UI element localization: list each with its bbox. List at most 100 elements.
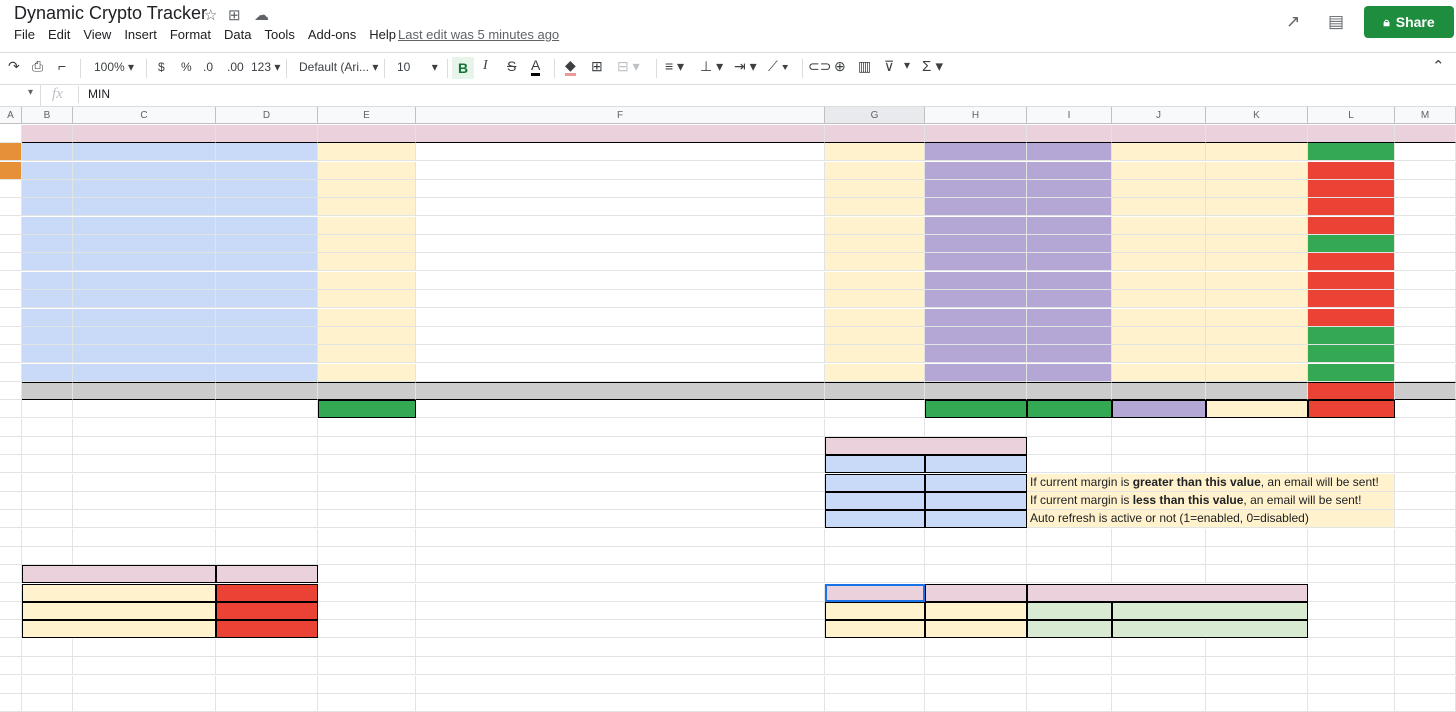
header-cell[interactable] xyxy=(216,125,318,143)
rates-updated-text[interactable] xyxy=(22,437,416,455)
url-link[interactable] xyxy=(416,235,825,254)
empty-cell[interactable] xyxy=(1027,455,1112,474)
last-edit-link[interactable]: Last edit was 5 minutes ago xyxy=(398,27,559,42)
current-label[interactable] xyxy=(22,583,216,602)
platform-cell[interactable] xyxy=(1395,345,1456,364)
empty-cell[interactable] xyxy=(1395,583,1456,602)
share-cell[interactable] xyxy=(925,253,1027,272)
empty-cell[interactable] xyxy=(73,638,216,657)
empty-cell[interactable] xyxy=(1395,528,1456,547)
holdings-cell[interactable] xyxy=(216,326,318,345)
name-cell[interactable] xyxy=(73,253,216,272)
total-price-usd-cell[interactable] xyxy=(1027,326,1112,345)
empty-cell[interactable] xyxy=(216,657,318,676)
current-value[interactable] xyxy=(216,583,318,602)
change-cell[interactable] xyxy=(1308,308,1395,327)
header-cell[interactable] xyxy=(925,125,1027,143)
empty-cell[interactable] xyxy=(925,675,1027,694)
name-cell[interactable] xyxy=(73,363,216,382)
total-amount-cell[interactable] xyxy=(1112,381,1206,400)
empty-cell[interactable] xyxy=(1308,675,1395,694)
holdings-cell[interactable] xyxy=(216,253,318,272)
empty-cell[interactable] xyxy=(1112,638,1206,657)
share-cell[interactable] xyxy=(925,161,1027,180)
current-price-cell[interactable] xyxy=(825,290,925,309)
name-cell[interactable] xyxy=(73,345,216,364)
vertical-align-icon[interactable]: ⊥ ▾ xyxy=(700,58,723,75)
merge-cells-icon[interactable]: ⊟ ▾ xyxy=(617,58,640,75)
empty-cell[interactable] xyxy=(0,345,22,364)
column-header-m[interactable]: M xyxy=(1395,107,1456,124)
total-price-usd-cell[interactable] xyxy=(1027,235,1112,254)
platform-cell[interactable] xyxy=(1395,180,1456,199)
setting-value[interactable] xyxy=(925,492,1027,510)
current-price-cell[interactable] xyxy=(825,235,925,254)
url-link[interactable] xyxy=(416,198,825,217)
menu-item-addons[interactable]: Add-ons xyxy=(308,27,356,42)
symbol-cell[interactable] xyxy=(22,381,73,400)
change-cell[interactable] xyxy=(1308,198,1395,217)
empty-cell[interactable] xyxy=(1206,638,1308,657)
share-cell[interactable] xyxy=(925,180,1027,199)
min-value[interactable] xyxy=(825,602,925,621)
align-left-icon[interactable]: ≡ ▾ xyxy=(665,58,684,75)
empty-cell[interactable] xyxy=(1308,657,1395,676)
symbol-cell[interactable] xyxy=(22,161,73,180)
url-link[interactable] xyxy=(416,381,825,400)
empty-cell[interactable] xyxy=(1112,657,1206,676)
current-price-cell[interactable] xyxy=(825,326,925,345)
settings-blank-cell[interactable] xyxy=(925,455,1027,474)
empty-cell[interactable] xyxy=(318,602,416,621)
empty-cell[interactable] xyxy=(216,528,318,547)
insert-link-icon[interactable]: ⊂⊃ xyxy=(808,58,831,75)
empty-cell[interactable] xyxy=(0,620,22,639)
empty-cell[interactable] xyxy=(0,436,22,455)
total-price-cell[interactable] xyxy=(318,198,416,217)
empty-cell[interactable] xyxy=(0,602,22,621)
empty-cell[interactable] xyxy=(0,400,22,419)
empty-cell[interactable] xyxy=(22,657,73,676)
empty-cell[interactable] xyxy=(416,583,825,602)
empty-cell[interactable] xyxy=(318,657,416,676)
platform-cell[interactable] xyxy=(1395,308,1456,327)
current-value[interactable] xyxy=(216,602,318,621)
total-price-cell[interactable] xyxy=(318,143,416,162)
menu-item-data[interactable]: Data xyxy=(224,27,251,42)
symbol-cell[interactable] xyxy=(22,216,73,235)
current-value[interactable] xyxy=(216,620,318,639)
spreadsheet-grid[interactable]: A B C D E F G H I J K L M If current margin is greate… xyxy=(0,107,1456,712)
empty-cell[interactable] xyxy=(216,675,318,694)
name-cell[interactable] xyxy=(73,308,216,327)
buy-price-cell[interactable] xyxy=(1206,381,1308,400)
empty-cell[interactable] xyxy=(416,675,825,694)
empty-cell[interactable] xyxy=(73,492,216,510)
empty-cell[interactable] xyxy=(416,400,825,419)
row-count-cell[interactable] xyxy=(0,143,22,162)
empty-cell[interactable] xyxy=(1395,620,1456,639)
total-price-cell[interactable] xyxy=(318,326,416,345)
empty-cell[interactable] xyxy=(1027,693,1112,712)
share-cell[interactable] xyxy=(925,216,1027,235)
change-cell[interactable] xyxy=(1308,326,1395,345)
share-cell[interactable] xyxy=(925,363,1027,382)
holdings-cell[interactable] xyxy=(216,363,318,382)
setting-label[interactable] xyxy=(825,510,925,529)
share-cell[interactable] xyxy=(925,308,1027,327)
total-price-usd-cell[interactable] xyxy=(1027,345,1112,364)
total-usd-sum[interactable] xyxy=(1027,400,1112,419)
platform-cell[interactable] xyxy=(1395,161,1456,180)
text-rotation-icon[interactable]: ⟋ ▾ xyxy=(768,58,789,75)
empty-cell[interactable] xyxy=(216,418,318,437)
more-formats-select[interactable]: 123 ▾ xyxy=(251,60,280,74)
holdings-cell[interactable] xyxy=(216,180,318,199)
url-link[interactable] xyxy=(416,180,825,199)
empty-cell[interactable] xyxy=(1308,547,1395,566)
share-cell[interactable] xyxy=(925,290,1027,309)
empty-cell[interactable] xyxy=(1027,528,1112,547)
total-amount-cell[interactable] xyxy=(1112,253,1206,272)
total-price-cell[interactable] xyxy=(318,235,416,254)
setting-value[interactable] xyxy=(925,473,1027,492)
total-amount-cell[interactable] xyxy=(1112,198,1206,217)
total-price-usd-cell[interactable] xyxy=(1027,180,1112,199)
empty-cell[interactable] xyxy=(1395,492,1456,510)
